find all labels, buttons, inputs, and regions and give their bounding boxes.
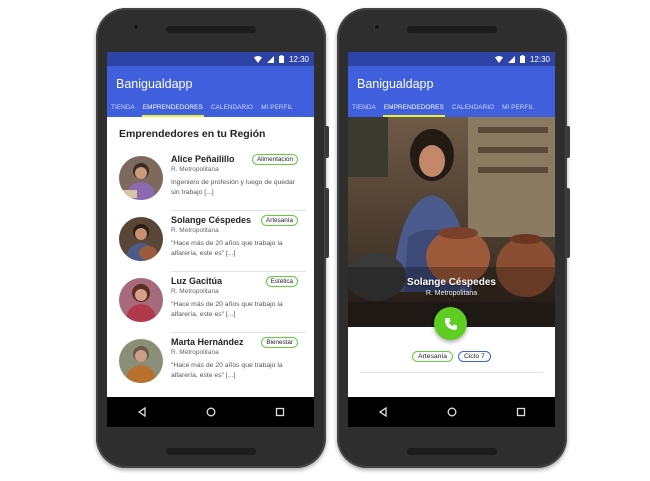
list-content: Emprendedores en tu Región Alice Peñaili…: [107, 117, 314, 397]
power-button: [325, 126, 329, 158]
bottom-speaker: [407, 448, 497, 455]
entrepreneur-name: Marta Hernández: [171, 337, 244, 347]
category-badge: Alimentación: [251, 154, 298, 165]
app-title: Banigualdapp: [116, 77, 193, 91]
entrepreneur-description: "Hace más de 20 años que trabajo la alfa…: [171, 301, 283, 318]
entrepreneur-description: "Hace más de 20 años que trabajo la alfa…: [171, 362, 283, 379]
cycle-chip[interactable]: Ciclo 7: [458, 351, 491, 362]
entrepreneur-name: Solange Céspedes: [171, 215, 252, 225]
tab-calendario[interactable]: CALENDARIO: [207, 98, 257, 117]
tab-mi-perfil[interactable]: MI PERFIL: [257, 98, 297, 117]
volume-button: [566, 188, 570, 258]
status-bar: 12:30: [107, 52, 314, 66]
screen-list: 12:30 Banigualdapp TIENDA EMPRENDEDORES …: [107, 52, 314, 427]
entrepreneur-name: Luz Gacitúa: [171, 276, 223, 286]
phone-call-icon: [444, 317, 457, 330]
tab-mi-perfil[interactable]: MI PERFIL: [498, 98, 538, 117]
tab-bar: TIENDA EMPRENDEDORES CALENDARIO MI PERFI…: [348, 98, 555, 117]
avatar: [119, 217, 163, 261]
back-icon[interactable]: [378, 407, 388, 417]
detail-content: Solange Céspedes R. Metropolitana Artesa…: [348, 117, 555, 397]
app-title: Banigualdapp: [357, 77, 434, 91]
status-time: 12:30: [288, 54, 309, 64]
tab-bar: TIENDA EMPRENDEDORES CALENDARIO MI PERFI…: [107, 98, 314, 117]
divider: [171, 332, 306, 333]
recents-icon[interactable]: [516, 407, 526, 417]
status-time: 12:30: [529, 54, 550, 64]
avatar: [119, 339, 163, 383]
app-bar: Banigualdapp TIENDA EMPRENDEDORES CALEND…: [107, 66, 314, 117]
avatar: [119, 278, 163, 322]
power-button: [566, 126, 570, 158]
top-speaker: [166, 26, 256, 33]
entrepreneur-region: R. Metropolitana: [171, 288, 219, 295]
category-badge: Bienestar: [261, 337, 298, 348]
tab-calendario[interactable]: CALENDARIO: [448, 98, 498, 117]
phone-left: 12:30 Banigualdapp TIENDA EMPRENDEDORES …: [96, 8, 329, 468]
entrepreneur-description: "Hace más de 20 años que trabajo la alfa…: [171, 240, 283, 257]
front-camera: [132, 23, 140, 31]
detail-name: Solange Céspedes: [407, 277, 496, 288]
entrepreneur-region: R. Metropolitana: [171, 227, 219, 234]
entrepreneur-card[interactable]: Marta Hernández Bienestar R. Metropolita…: [119, 335, 306, 394]
phone-right: 12:30 Banigualdapp TIENDA EMPRENDEDORES …: [337, 8, 570, 468]
entrepreneur-name: Alice Peñailillo: [171, 154, 235, 164]
category-badge: Artesanía: [261, 215, 298, 226]
front-camera: [373, 23, 381, 31]
tab-emprendedores[interactable]: EMPRENDEDORES: [139, 98, 207, 117]
system-nav-bar: [348, 397, 555, 427]
avatar: [119, 156, 163, 200]
entrepreneur-card[interactable]: Alice Peñailillo Alimentación R. Metropo…: [119, 152, 306, 211]
bottom-speaker: [166, 448, 256, 455]
battery-icon: [278, 55, 284, 63]
section-title: Emprendedores en tu Región: [119, 128, 266, 140]
divider: [171, 271, 306, 272]
home-icon[interactable]: [206, 407, 216, 417]
screen-detail: 12:30 Banigualdapp TIENDA EMPRENDEDORES …: [348, 52, 555, 427]
top-speaker: [407, 26, 497, 33]
detail-region: R. Metropolitana: [425, 290, 478, 297]
recents-icon[interactable]: [275, 407, 285, 417]
back-icon[interactable]: [137, 407, 147, 417]
divider: [171, 210, 306, 211]
tab-emprendedores[interactable]: EMPRENDEDORES: [380, 98, 448, 117]
system-nav-bar: [107, 397, 314, 427]
wifi-icon: [494, 55, 503, 63]
entrepreneur-description: Ingeniero de profesión y luego de quedar…: [171, 179, 295, 196]
signal-icon: [507, 55, 515, 63]
tab-tienda[interactable]: TIENDA: [348, 98, 380, 117]
entrepreneur-card[interactable]: Luz Gacitúa Estética R. Metropolitana "H…: [119, 274, 306, 333]
home-icon[interactable]: [447, 407, 457, 417]
signal-icon: [266, 55, 274, 63]
divider: [360, 372, 543, 373]
app-bar: Banigualdapp TIENDA EMPRENDEDORES CALEND…: [348, 66, 555, 117]
status-bar: 12:30: [348, 52, 555, 66]
battery-icon: [519, 55, 525, 63]
category-chip[interactable]: Artesanía: [412, 351, 454, 362]
volume-button: [325, 188, 329, 258]
category-badge: Estética: [265, 276, 298, 287]
entrepreneur-region: R. Metropolitana: [171, 166, 219, 173]
call-button[interactable]: [434, 307, 467, 340]
entrepreneur-card[interactable]: Solange Céspedes Artesanía R. Metropolit…: [119, 213, 306, 272]
entrepreneur-region: R. Metropolitana: [171, 349, 219, 356]
wifi-icon: [253, 55, 262, 63]
tab-tienda[interactable]: TIENDA: [107, 98, 139, 117]
